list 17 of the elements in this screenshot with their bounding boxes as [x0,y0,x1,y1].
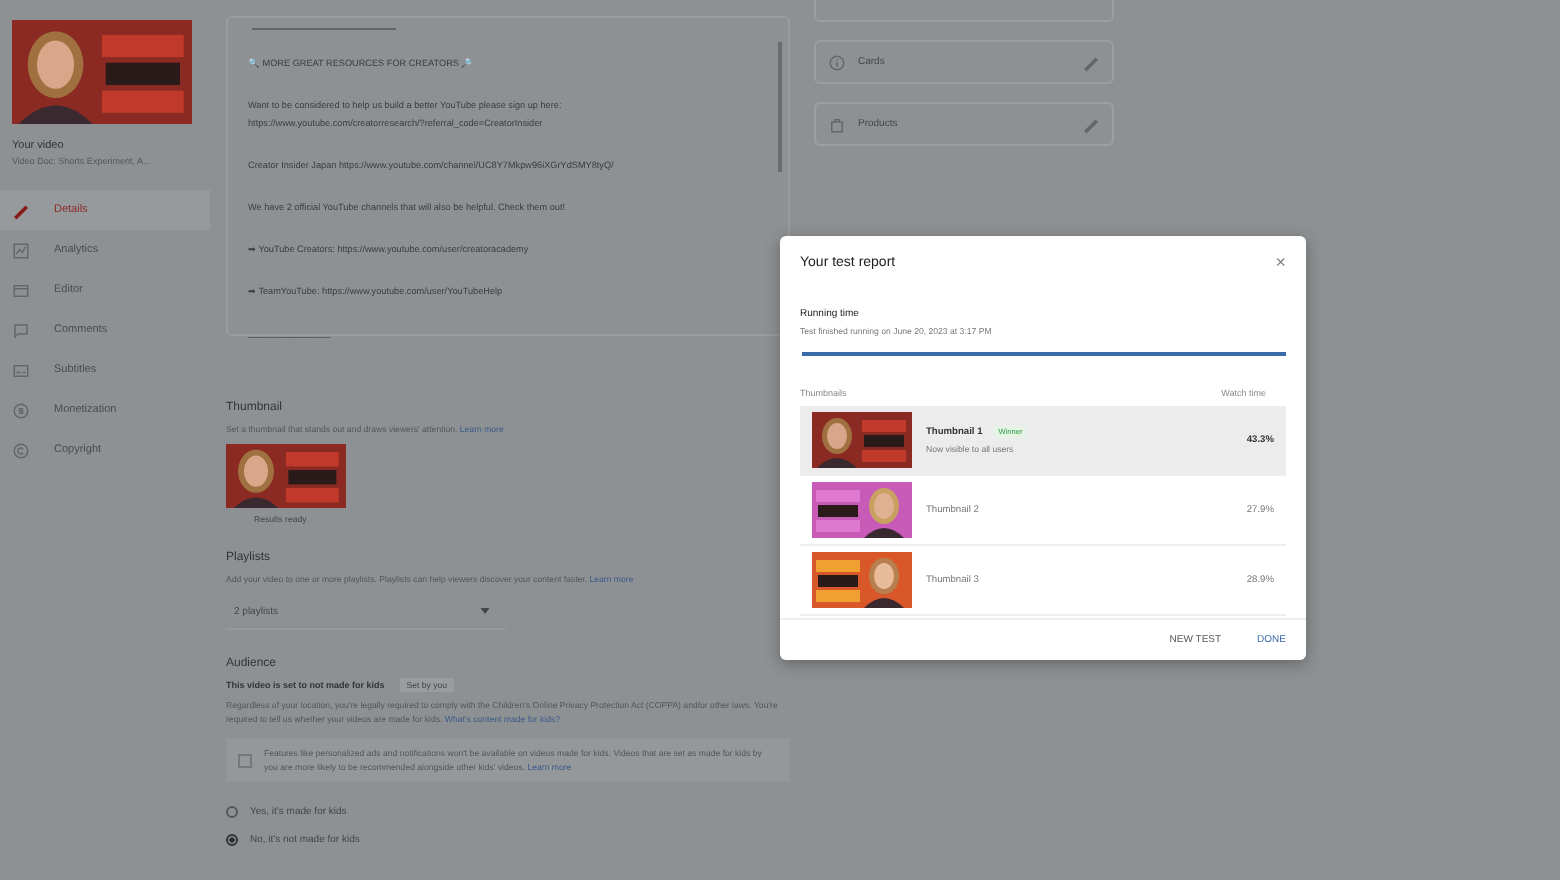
copyright-icon [12,441,30,459]
dollar-icon [12,401,30,419]
info-icon [828,53,846,71]
close-button[interactable]: × [1275,252,1286,272]
radio-button[interactable] [226,806,238,818]
comment-icon [12,321,30,339]
pencil-icon [12,201,30,219]
checkbox[interactable] [238,753,252,767]
chart-icon [12,241,30,259]
subtitles-icon [12,361,30,379]
bag-icon [828,115,846,133]
film-icon [12,281,30,299]
scrollbar[interactable] [778,42,782,172]
caret-icon [480,608,490,614]
radio-button[interactable] [226,834,238,846]
pencil-icon [1082,53,1100,71]
pencil-icon [1082,115,1100,133]
